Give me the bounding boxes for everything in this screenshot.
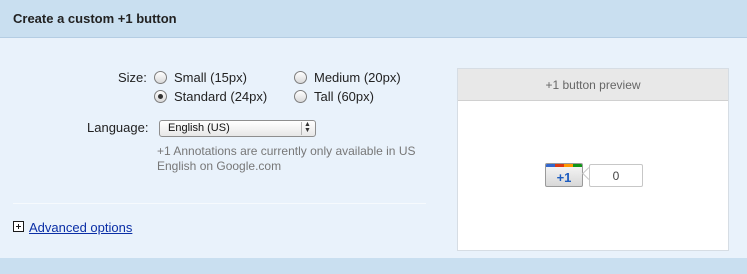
- updown-arrows-icon: ▲ ▼: [301, 121, 313, 135]
- radio-tall-label[interactable]: Tall (60px): [314, 89, 374, 104]
- radio-medium-label[interactable]: Medium (20px): [314, 70, 401, 85]
- radio-small[interactable]: [154, 71, 167, 84]
- language-select-value: English (US): [168, 122, 230, 134]
- preview-title: +1 button preview: [545, 78, 641, 92]
- count-bubble: 0: [589, 164, 643, 187]
- color-stripe: [546, 164, 582, 167]
- count-value: 0: [612, 169, 620, 183]
- radio-standard[interactable]: [154, 90, 167, 103]
- page-footer: [0, 258, 747, 274]
- preview-header: +1 button preview: [458, 69, 728, 101]
- divider: [13, 203, 426, 204]
- radio-standard-label[interactable]: Standard (24px): [174, 89, 267, 104]
- stripe-blue: [546, 164, 555, 167]
- language-select[interactable]: English (US) ▲ ▼: [159, 120, 316, 137]
- radio-medium[interactable]: [294, 71, 307, 84]
- preview-panel: +1 button preview +1 0: [457, 68, 729, 251]
- page-title: Create a custom +1 button: [13, 11, 177, 26]
- plus-one-label: +1: [556, 170, 572, 185]
- advanced-options-link[interactable]: Advanced options: [29, 220, 132, 235]
- radio-tall[interactable]: [294, 90, 307, 103]
- plus-box-icon[interactable]: [13, 221, 24, 232]
- stripe-red: [555, 164, 564, 167]
- stripe-yellow: [564, 164, 573, 167]
- radio-small-label[interactable]: Small (15px): [174, 70, 247, 85]
- plus-one-button[interactable]: +1: [545, 163, 583, 187]
- language-label: Language:: [87, 120, 149, 135]
- stripe-green: [573, 164, 582, 167]
- size-label: Size:: [118, 70, 147, 85]
- annotations-note: +1 Annotations are currently only availa…: [157, 144, 416, 173]
- page-header: Create a custom +1 button: [0, 0, 747, 38]
